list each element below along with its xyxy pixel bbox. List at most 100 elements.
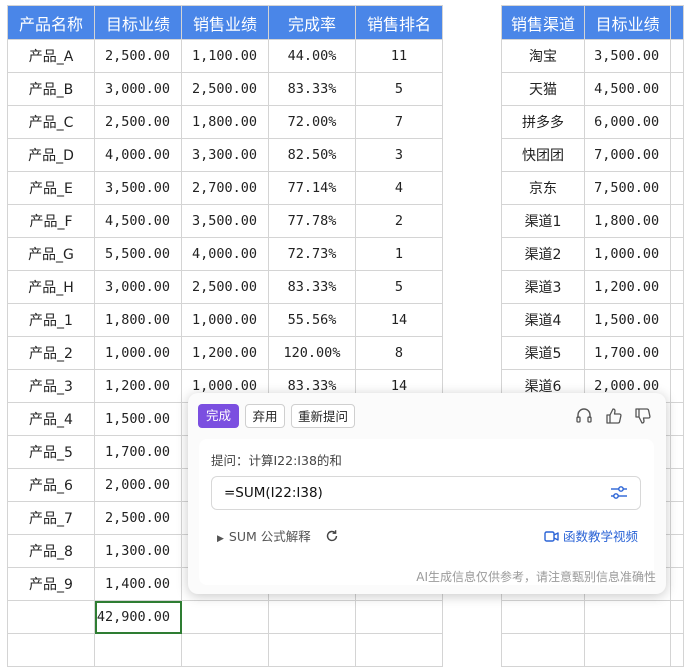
table-cell[interactable]: 产品_E [7,171,95,205]
table-cell[interactable] [670,171,684,205]
table-cell[interactable]: 4 [355,171,443,205]
table-cell[interactable]: 产品_A [7,39,95,73]
table-cell[interactable]: 11 [355,39,443,73]
table-cell[interactable] [584,600,672,634]
column-header[interactable]: 销售业绩 [181,5,269,40]
table-cell[interactable]: 7 [355,105,443,139]
table-cell[interactable]: 2,500.00 [94,39,182,73]
table-cell[interactable]: 8 [355,336,443,370]
table-cell[interactable]: 83.33% [268,72,356,106]
table-cell[interactable]: 淘宝 [500,39,586,73]
table-cell[interactable]: 产品_D [7,138,95,172]
table-cell[interactable]: 产品_H [7,270,95,304]
table-cell[interactable]: 5 [355,270,443,304]
table-cell[interactable]: 1,400.00 [94,567,182,601]
table-cell[interactable]: 2,500.00 [181,270,269,304]
table-cell[interactable]: 1,500.00 [584,303,672,337]
table-cell[interactable] [670,270,684,304]
table-cell[interactable]: 1,000.00 [94,336,182,370]
table-cell[interactable] [670,600,684,634]
table-cell[interactable] [181,600,269,634]
column-header[interactable] [670,5,684,40]
table-cell[interactable] [355,633,443,667]
table-cell[interactable] [7,633,95,667]
table-cell[interactable]: 120.00% [268,336,356,370]
column-header[interactable]: 完成率 [268,5,356,40]
table-cell[interactable] [670,72,684,106]
table-cell[interactable] [500,600,586,634]
table-cell[interactable]: 44.00% [268,39,356,73]
table-cell[interactable]: 1,800.00 [94,303,182,337]
table-cell[interactable]: 产品_2 [7,336,95,370]
column-header[interactable]: 目标业绩 [584,5,672,40]
table-cell[interactable]: 4,000.00 [94,138,182,172]
table-cell[interactable] [670,534,684,568]
table-cell[interactable] [670,633,684,667]
table-cell[interactable] [670,468,684,502]
table-cell[interactable]: 快团团 [500,138,586,172]
table-cell[interactable]: 7,000.00 [584,138,672,172]
table-cell[interactable]: 3 [355,138,443,172]
table-cell[interactable] [670,435,684,469]
table-cell[interactable]: 1,100.00 [181,39,269,73]
table-cell[interactable]: 产品_7 [7,501,95,535]
table-cell[interactable]: 72.73% [268,237,356,271]
table-cell[interactable]: 14 [355,303,443,337]
table-cell[interactable] [584,633,672,667]
table-cell[interactable] [670,138,684,172]
table-cell[interactable]: 天猫 [500,72,586,106]
done-button[interactable]: 完成 [198,404,239,428]
table-cell[interactable]: 5 [355,72,443,106]
table-cell[interactable]: 3,500.00 [94,171,182,205]
table-cell[interactable]: 2,500.00 [94,105,182,139]
table-cell[interactable]: 3,300.00 [181,138,269,172]
table-cell[interactable] [670,336,684,370]
table-cell[interactable]: 2,500.00 [181,72,269,106]
table-cell[interactable]: 1,200.00 [181,336,269,370]
formula-explain-toggle[interactable]: ▶ SUM 公式解释 [217,526,339,546]
table-cell[interactable]: 3,000.00 [94,72,182,106]
table-cell[interactable]: 拼多多 [500,105,586,139]
table-cell[interactable]: 3,500.00 [584,39,672,73]
table-cell[interactable]: 产品_B [7,72,95,106]
table-cell[interactable]: 4,500.00 [94,204,182,238]
table-cell[interactable]: 产品_8 [7,534,95,568]
table-cell[interactable]: 2 [355,204,443,238]
table-cell[interactable]: 1,500.00 [94,402,182,436]
thumbs-down-icon[interactable] [633,406,653,426]
column-header[interactable]: 销售排名 [355,5,443,40]
table-cell[interactable]: 1,700.00 [584,336,672,370]
table-cell[interactable] [7,600,95,634]
column-header[interactable]: 产品名称 [7,5,95,40]
discard-button[interactable]: 弃用 [245,404,285,428]
table-cell[interactable] [181,633,269,667]
table-cell[interactable] [670,567,684,601]
headset-icon[interactable] [574,406,594,426]
table-cell[interactable]: 1,800.00 [181,105,269,139]
table-cell[interactable]: 渠道4 [500,303,586,337]
table-cell[interactable] [670,237,684,271]
table-cell[interactable]: 产品_F [7,204,95,238]
table-cell[interactable] [500,633,586,667]
table-cell[interactable]: 产品_3 [7,369,95,403]
table-cell[interactable]: 77.14% [268,171,356,205]
column-header[interactable]: 销售渠道 [500,5,586,40]
table-cell[interactable] [670,369,684,403]
table-cell[interactable]: 1,200.00 [584,270,672,304]
table-cell[interactable] [670,204,684,238]
table-cell[interactable]: 55.56% [268,303,356,337]
table-cell[interactable]: 渠道1 [500,204,586,238]
table-cell[interactable]: 6,000.00 [584,105,672,139]
reask-button[interactable]: 重新提问 [291,404,355,428]
table-cell[interactable]: 2,000.00 [94,468,182,502]
table-cell[interactable]: 72.00% [268,105,356,139]
table-cell[interactable]: 4,500.00 [584,72,672,106]
table-cell[interactable]: 京东 [500,171,586,205]
table-cell[interactable]: 1 [355,237,443,271]
table-cell[interactable]: 产品_9 [7,567,95,601]
table-cell[interactable]: 77.78% [268,204,356,238]
table-cell[interactable]: 产品_5 [7,435,95,469]
table-cell[interactable]: 5,500.00 [94,237,182,271]
table-cell[interactable] [670,39,684,73]
table-cell[interactable]: 渠道5 [500,336,586,370]
